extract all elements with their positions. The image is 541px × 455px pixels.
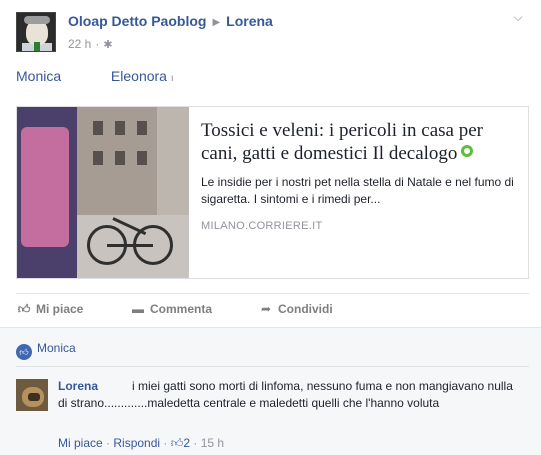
comment-like-link[interactable]: Mi piace xyxy=(58,436,103,450)
commenter-name[interactable]: Lorena xyxy=(58,379,98,393)
gear-icon[interactable]: ✱ xyxy=(103,38,112,51)
post-header: Oloap Detto Paoblog ▶ Lorena 22 h · ✱ ⌵ xyxy=(16,10,526,56)
liker-name[interactable]: Monica xyxy=(37,341,76,355)
post-actions: 👍︎ Mi piace ▬ Commenta ➦ Condividi xyxy=(16,293,529,323)
arrow-right-icon: ▶ xyxy=(212,17,221,28)
link-description: Le insidie per i nostri pet nella stella… xyxy=(201,175,514,206)
comment-icon: ▬ xyxy=(132,302,144,316)
thumbs-up-icon: 👍︎ xyxy=(17,302,31,316)
link-text: Tossici e veleni: i pericoli in casa per… xyxy=(201,119,519,232)
link-title[interactable]: Tossici e veleni: i pericoli in casa per… xyxy=(201,119,519,165)
meta-separator: · xyxy=(95,37,100,51)
like-label: Mi piace xyxy=(36,302,84,316)
meta-separator: · xyxy=(106,436,111,450)
link-thumbnail[interactable] xyxy=(17,107,189,278)
share-button[interactable]: ➦ Condividi xyxy=(258,302,333,316)
external-link-icon xyxy=(461,145,474,157)
target-name[interactable]: Lorena xyxy=(226,13,273,29)
comment-label: Commenta xyxy=(150,302,213,316)
like-badge-icon: 👍︎ xyxy=(16,344,32,360)
link-source: MILANO.CORRIERE.IT xyxy=(201,220,323,232)
divider xyxy=(16,366,529,367)
author-name[interactable]: Oloap Detto Paoblog xyxy=(68,13,206,29)
post-meta: 22 h · ✱ xyxy=(68,37,113,51)
link-preview-card[interactable]: Tossici e veleni: i pericoli in casa per… xyxy=(16,106,529,279)
comments-section: 👍︎ Monica Lorena i miei gatti sono morti d… xyxy=(0,327,541,455)
comment-text: i miei gatti sono morti di linfoma, ness… xyxy=(58,379,513,410)
text-cursor-icon: ı xyxy=(170,73,174,84)
share-label: Condividi xyxy=(278,302,333,316)
chevron-down-icon[interactable]: ⌵ xyxy=(510,10,526,26)
commenter-avatar[interactable] xyxy=(16,379,48,411)
comment-button[interactable]: ▬ Commenta xyxy=(130,302,212,316)
tag-eleonora[interactable]: Eleonora xyxy=(111,68,167,84)
share-arrow-icon: ➦ xyxy=(260,302,272,316)
post-title-line: Oloap Detto Paoblog ▶ Lorena xyxy=(68,13,273,29)
thumbs-up-icon: 👍︎ xyxy=(170,436,184,450)
like-button[interactable]: 👍︎ Mi piace xyxy=(16,302,84,317)
author-avatar[interactable] xyxy=(16,12,56,52)
comment-meta: Mi piace · Rispondi · 👍︎2 · 15 h xyxy=(58,436,224,451)
link-title-text[interactable]: Tossici e veleni: i pericoli in casa per… xyxy=(201,120,483,164)
meta-separator: · xyxy=(163,436,168,450)
tagged-people: Monica Eleonora ı xyxy=(16,68,174,84)
likes-summary[interactable]: 👍︎ Monica xyxy=(16,341,76,360)
comment-body: Lorena i miei gatti sono morti di linfoma… xyxy=(58,378,518,412)
post-time[interactable]: 22 h xyxy=(68,37,91,51)
comment-reply-link[interactable]: Rispondi xyxy=(113,436,160,450)
comment-time[interactable]: 15 h xyxy=(201,436,224,450)
tag-monica[interactable]: Monica xyxy=(16,68,61,84)
comment-like-count[interactable]: 2 xyxy=(183,436,190,450)
meta-separator: · xyxy=(193,436,198,450)
